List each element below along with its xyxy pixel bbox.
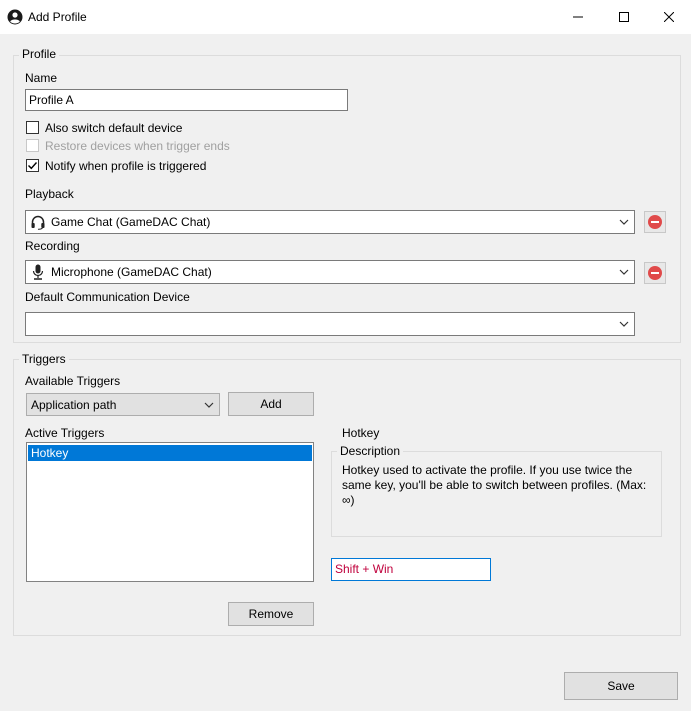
switch-default-checkbox[interactable]	[26, 121, 39, 134]
active-triggers-list[interactable]: Hotkey	[26, 442, 314, 582]
maximize-button[interactable]	[601, 0, 647, 34]
title-bar: Add Profile	[0, 0, 691, 34]
notify-checkbox[interactable]	[26, 159, 39, 172]
available-triggers-label: Available Triggers	[25, 374, 121, 388]
chevron-down-icon	[619, 269, 629, 275]
trigger-detail-title: Hotkey	[342, 426, 380, 440]
checkmark-icon	[28, 162, 38, 170]
remove-icon	[648, 266, 662, 280]
recording-select[interactable]: Microphone (GameDAC Chat)	[25, 260, 635, 284]
user-circle-icon	[7, 9, 23, 25]
recording-value: Microphone (GameDAC Chat)	[51, 265, 212, 279]
save-button[interactable]: Save	[564, 672, 678, 700]
chevron-down-icon	[204, 402, 214, 408]
remove-playback-button[interactable]	[644, 211, 666, 233]
active-triggers-label: Active Triggers	[25, 426, 105, 440]
name-input[interactable]: Profile A	[25, 89, 348, 111]
chevron-down-icon	[619, 219, 629, 225]
window-title: Add Profile	[28, 10, 87, 24]
default-comm-select[interactable]	[25, 312, 635, 336]
close-button[interactable]	[646, 0, 691, 34]
playback-select[interactable]: Game Chat (GameDAC Chat)	[25, 210, 635, 234]
remove-trigger-button[interactable]: Remove	[228, 602, 314, 626]
description-legend: Description	[337, 444, 404, 458]
triggers-legend: Triggers	[19, 352, 69, 366]
restore-devices-checkbox[interactable]	[26, 139, 39, 152]
switch-default-label: Also switch default device	[45, 121, 183, 135]
remove-recording-button[interactable]	[644, 262, 666, 284]
minimize-button[interactable]	[555, 0, 601, 34]
maximize-icon	[619, 12, 629, 22]
playback-value: Game Chat (GameDAC Chat)	[51, 215, 211, 229]
name-label: Name	[25, 71, 58, 85]
playback-label: Playback	[25, 187, 74, 201]
minimize-icon	[573, 16, 583, 18]
restore-devices-label: Restore devices when trigger ends	[45, 139, 230, 153]
default-comm-label: Default Communication Device	[25, 290, 190, 304]
available-triggers-value: Application path	[31, 398, 117, 412]
chevron-down-icon	[619, 321, 629, 327]
hotkey-input[interactable]: Shift + Win	[331, 558, 491, 581]
add-trigger-button[interactable]: Add	[228, 392, 314, 416]
profile-legend: Profile	[19, 47, 60, 61]
remove-icon	[648, 215, 662, 229]
microphone-icon	[32, 264, 44, 280]
recording-label: Recording	[25, 239, 80, 253]
notify-label: Notify when profile is triggered	[45, 159, 207, 173]
list-item[interactable]: Hotkey	[28, 445, 312, 461]
close-icon	[664, 12, 674, 22]
description-text: Hotkey used to activate the profile. If …	[342, 463, 647, 507]
available-triggers-select[interactable]: Application path	[26, 393, 220, 416]
headset-icon	[31, 215, 45, 230]
